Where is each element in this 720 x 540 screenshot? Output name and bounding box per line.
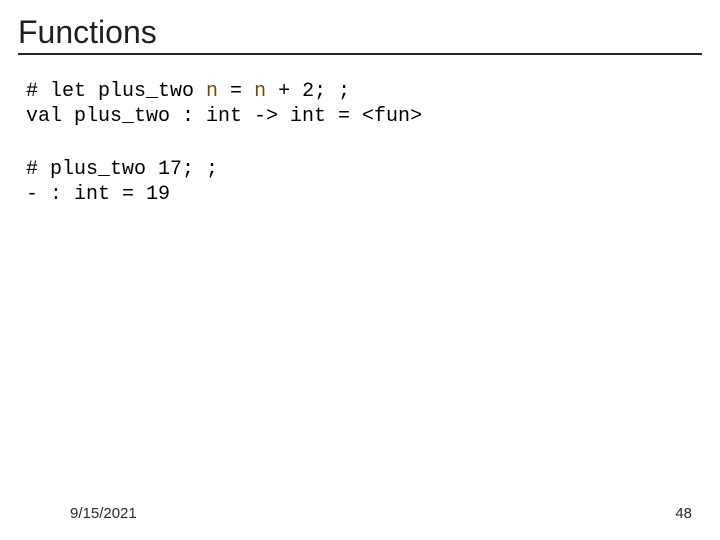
footer-date: 9/15/2021 xyxy=(70,505,137,522)
code-output-line: - : int = 19 xyxy=(26,183,170,206)
slide-body: # let plus_two n = n + 2; ; val plus_two… xyxy=(0,55,720,207)
slide-title: Functions xyxy=(18,14,702,51)
code-text: + 2; ; xyxy=(266,80,350,103)
code-block-definition: # let plus_two n = n + 2; ; val plus_two… xyxy=(26,79,694,129)
code-block-call: # plus_two 17; ; - : int = 19 xyxy=(26,157,694,207)
code-input-line: # plus_two 17; ; xyxy=(26,158,218,181)
code-output-line: val plus_two : int -> int = <fun> xyxy=(26,105,422,128)
code-text: # let plus_two xyxy=(26,80,206,103)
code-text: = xyxy=(218,80,254,103)
slide: Functions # let plus_two n = n + 2; ; va… xyxy=(0,0,720,540)
code-variable-n: n xyxy=(254,80,266,103)
code-variable-n: n xyxy=(206,80,218,103)
title-area: Functions xyxy=(0,0,720,55)
footer-page-number: 48 xyxy=(675,505,692,522)
